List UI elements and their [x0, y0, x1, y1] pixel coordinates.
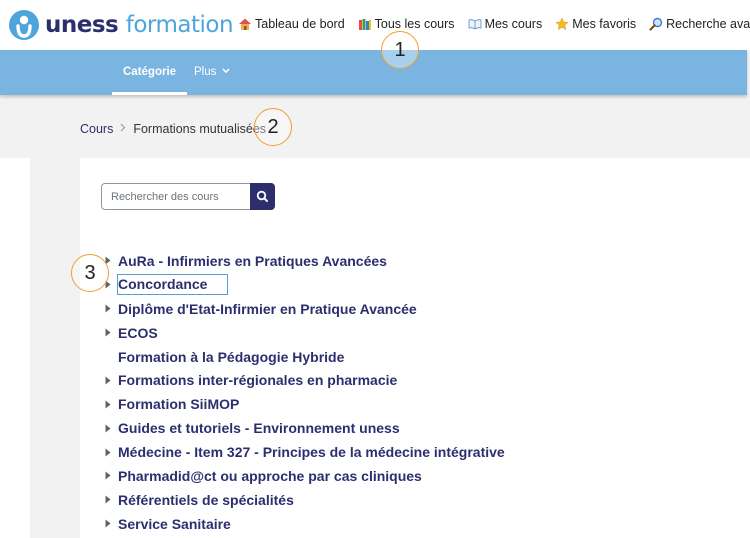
- category-link[interactable]: AuRa - Infirmiers en Pratiques Avancées: [118, 253, 387, 269]
- caret-right-icon[interactable]: [105, 464, 118, 487]
- category-item[interactable]: Référentiels de spécialités: [105, 488, 505, 512]
- category-link[interactable]: Référentiels de spécialités: [118, 492, 294, 508]
- books-icon: [358, 17, 372, 31]
- category-link[interactable]: ECOS: [118, 325, 158, 341]
- category-item[interactable]: Formation SiiMOP: [105, 392, 505, 416]
- annotation-callout-1: 1: [381, 31, 419, 69]
- breadcrumb-current: Formations mutualisées: [133, 122, 267, 136]
- breadcrumb-root[interactable]: Cours: [80, 122, 113, 136]
- nav-favorites-label: Mes favoris: [572, 17, 637, 31]
- category-link[interactable]: Médecine - Item 327 - Principes de la mé…: [118, 444, 505, 460]
- annotation-callout-2: 2: [254, 108, 292, 146]
- nav-dashboard-label: Tableau de bord: [255, 17, 345, 31]
- caret-right-icon[interactable]: [105, 417, 118, 440]
- category-item[interactable]: Concordance: [105, 273, 505, 297]
- category-link[interactable]: Guides et tutoriels - Environnement unes…: [118, 420, 400, 436]
- category-item[interactable]: Pharmadid@ct ou approche par cas cliniqu…: [105, 464, 505, 488]
- category-link[interactable]: Formations inter-régionales en pharmacie: [118, 372, 397, 388]
- nav-advanced-search[interactable]: Recherche avancée: [649, 17, 750, 31]
- nav-advanced-search-label: Recherche avancée: [666, 17, 750, 31]
- caret-right-icon[interactable]: [105, 441, 118, 464]
- tab-more-label: Plus: [194, 66, 217, 78]
- search-button[interactable]: [250, 183, 275, 210]
- brand-name-part1: uness: [45, 12, 119, 38]
- category-list: AuRa - Infirmiers en Pratiques Avancées C…: [105, 249, 505, 536]
- breadcrumb-separator-icon: [120, 123, 126, 135]
- category-item[interactable]: AuRa - Infirmiers en Pratiques Avancées: [105, 249, 505, 273]
- category-item[interactable]: Formation à la Pédagogie Hybride: [105, 345, 505, 369]
- course-search-input[interactable]: [101, 183, 251, 210]
- breadcrumb: Cours Formations mutualisées: [80, 122, 266, 136]
- caret-spacer: [105, 345, 118, 368]
- caret-right-icon[interactable]: [105, 512, 118, 535]
- brand-name: uness formation: [45, 12, 234, 38]
- caret-right-icon[interactable]: [105, 393, 118, 416]
- category-item[interactable]: Médecine - Item 327 - Principes de la mé…: [105, 440, 505, 464]
- category-item[interactable]: Formations inter-régionales en pharmacie: [105, 368, 505, 392]
- tab-category[interactable]: Catégorie: [111, 66, 188, 95]
- primary-nav: Tableau de bord Tous les cours Mes cours…: [238, 17, 750, 31]
- category-item[interactable]: ECOS: [105, 321, 505, 345]
- category-item[interactable]: Diplôme d'Etat-Infirmier en Pratique Ava…: [105, 297, 505, 321]
- nav-favorites[interactable]: Mes favoris: [555, 17, 636, 31]
- left-gutter: [0, 158, 30, 538]
- brand-logo[interactable]: uness formation: [8, 9, 234, 41]
- search-icon: [250, 190, 275, 214]
- caret-right-icon[interactable]: [105, 488, 118, 511]
- category-link[interactable]: Formation à la Pédagogie Hybride: [118, 349, 344, 365]
- nav-dashboard[interactable]: Tableau de bord: [238, 17, 345, 31]
- nav-all-courses[interactable]: Tous les cours: [358, 17, 455, 31]
- category-item[interactable]: Service Sanitaire: [105, 512, 505, 536]
- nav-all-courses-label: Tous les cours: [374, 17, 455, 31]
- tab-more[interactable]: Plus: [194, 66, 230, 78]
- category-link[interactable]: Diplôme d'Etat-Infirmier en Pratique Ava…: [118, 301, 417, 317]
- star-icon: [555, 17, 569, 31]
- nav-my-courses-label: Mes cours: [484, 17, 543, 31]
- category-link[interactable]: Formation SiiMOP: [118, 396, 239, 412]
- category-link[interactable]: Concordance: [116, 274, 229, 296]
- annotation-callout-3: 3: [71, 254, 109, 292]
- top-navbar: uness formation Tableau de bord Tous les…: [0, 0, 750, 50]
- uness-logo-icon: [8, 9, 40, 41]
- category-link[interactable]: Pharmadid@ct ou approche par cas cliniqu…: [118, 468, 422, 484]
- house-icon: [238, 17, 252, 31]
- category-item[interactable]: Guides et tutoriels - Environnement unes…: [105, 416, 505, 440]
- nav-my-courses[interactable]: Mes cours: [468, 17, 543, 31]
- category-link[interactable]: Service Sanitaire: [118, 516, 231, 532]
- caret-right-icon[interactable]: [105, 297, 118, 320]
- caret-right-icon[interactable]: [105, 369, 118, 392]
- caret-right-icon[interactable]: [105, 321, 118, 344]
- open-book-icon: [468, 17, 482, 31]
- magnifier-icon: [649, 17, 663, 31]
- chevron-down-icon: [220, 66, 230, 78]
- secondary-navbar: Catégorie Plus: [0, 50, 747, 95]
- brand-name-part2: formation: [125, 12, 234, 38]
